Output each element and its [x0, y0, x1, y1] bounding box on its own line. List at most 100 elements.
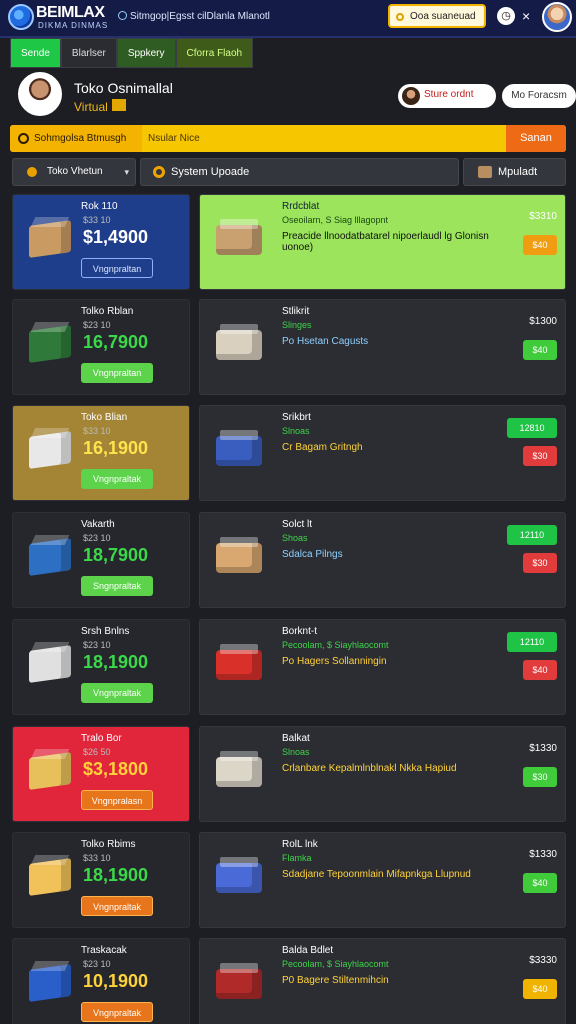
- product-card[interactable]: Solct lt Shoas Sdalca Pilngs 12110 $30: [199, 512, 566, 608]
- store-card-sub: $26 50: [83, 747, 111, 757]
- action-price-button[interactable]: $30: [523, 446, 557, 466]
- store-card-price: 18,7900: [83, 545, 149, 565]
- action-price-button[interactable]: $40: [523, 235, 557, 255]
- store-card-button[interactable]: Vngnpraltak: [81, 896, 153, 916]
- store-card-button[interactable]: Sngnpraltak: [81, 576, 153, 596]
- store-card[interactable]: Tolko Rbims $33 10 18,1900 Vngnpraltak: [12, 832, 190, 928]
- product-card[interactable]: Borknt-t Pecoolam, $ Siayhlaocomt Po Hag…: [199, 619, 566, 715]
- product-image: [212, 213, 266, 263]
- store-card[interactable]: Vakarth $23 10 18,7900 Sngnpraltak: [12, 512, 190, 608]
- store-avatar-icon: [402, 87, 420, 105]
- store-order-button[interactable]: Sture ordnt: [398, 84, 496, 108]
- tab-1[interactable]: Sende: [10, 38, 61, 68]
- action-price-button[interactable]: $40: [523, 340, 557, 360]
- store-card-button[interactable]: Vngnpraltak: [81, 469, 153, 489]
- product-card[interactable]: Balkat Slnoas Crlanbare Kepalmlnblnakl N…: [199, 726, 566, 822]
- tab-bar: Sende Blarlser Sppkery Cforra Flaoh: [10, 38, 254, 68]
- tab-4[interactable]: Cforra Flaoh: [175, 38, 254, 68]
- clock-icon[interactable]: ◷: [497, 7, 515, 25]
- user-avatar[interactable]: [542, 2, 572, 32]
- store-card[interactable]: Toko Blian $33 10 16,1900 Vngnpraltak: [12, 405, 190, 501]
- action-price-button[interactable]: $30: [523, 553, 557, 573]
- action-price-button[interactable]: $40: [523, 873, 557, 893]
- action-price-button[interactable]: $40: [523, 660, 557, 680]
- tab-3[interactable]: Sppkery: [116, 38, 176, 68]
- store-card-button[interactable]: Vngnpraltak: [81, 1002, 153, 1022]
- store-card[interactable]: Rok 110 $33 10 $1,4900 Vngnpraltan: [12, 194, 190, 290]
- progress-button[interactable]: Mo Foracsm: [502, 84, 576, 108]
- chevron-down-icon: ▾: [124, 167, 129, 177]
- product-card[interactable]: Srikbrt Slnoas Cr Bagam Gritngh 12810 $30: [199, 405, 566, 501]
- store-card-name: Toko Blian: [81, 412, 128, 423]
- product-price: $3310: [529, 211, 557, 222]
- store-card-button[interactable]: Vngnpraltak: [81, 683, 153, 703]
- product-title: Srikbrt: [282, 412, 311, 423]
- top-link[interactable]: Sitmgop|Egsst cilDlanla Mlanotl: [118, 11, 270, 22]
- store-card-sub: $33 10: [83, 215, 111, 225]
- owner-avatar: [18, 72, 62, 116]
- product-description: P0 Bagere Stiltenmihcin: [282, 975, 389, 986]
- product-title: Borknt-t: [282, 626, 318, 637]
- link-icon: [118, 11, 127, 20]
- store-card-price: 16,1900: [83, 438, 149, 458]
- stock-badge: 12110: [507, 525, 557, 545]
- upload-button[interactable]: Mpuladt: [463, 158, 566, 186]
- store-card-name: Tolko Rbims: [81, 839, 136, 850]
- store-card-price: 10,1900: [83, 971, 149, 991]
- store-subtitle: Virtual: [74, 98, 126, 114]
- store-profile: Toko Osnimallal Virtual Sture ordnt Mo F…: [10, 70, 576, 120]
- product-price: $3330: [529, 955, 557, 966]
- product-image: [23, 638, 77, 688]
- product-price: $1300: [529, 316, 557, 327]
- product-image: [212, 745, 266, 795]
- action-price-button[interactable]: $40: [523, 979, 557, 999]
- product-row: Tralo Bor $26 50 $3,1800 Vngnpralasn Bal…: [10, 726, 566, 824]
- product-row: Tolko Rblan $23 10 16,7900 Vngnpraltan S…: [10, 299, 566, 397]
- product-subtitle: Pecoolam, $ Siayhlaocomt: [282, 959, 389, 969]
- system-update-label: System Upoade: [171, 166, 250, 178]
- store-name: Toko Osnimallal: [74, 80, 173, 96]
- product-subtitle: Pecoolam, $ Siayhlaocomt: [282, 640, 389, 650]
- system-update-button[interactable]: System Upoade: [140, 158, 459, 186]
- store-card-sub: $23 10: [83, 533, 111, 543]
- store-card-sub: $23 10: [83, 959, 111, 969]
- search-button[interactable]: Ooa suaneuad: [388, 4, 486, 28]
- close-icon[interactable]: ×: [522, 8, 530, 24]
- notice-middle: Nsular Nice: [148, 133, 200, 144]
- store-card[interactable]: Srsh Bnlns $23 10 18,1900 Vngnpraltak: [12, 619, 190, 715]
- store-card[interactable]: Traskacak $23 10 10,1900 Vngnpraltak: [12, 938, 190, 1024]
- notice-action-button[interactable]: Sanan: [506, 125, 566, 152]
- product-image: [23, 851, 77, 901]
- product-image: [23, 957, 77, 1007]
- info-icon: [18, 133, 29, 144]
- product-image: [23, 213, 77, 263]
- product-card[interactable]: Stlikrit Slinges Po Hsetan Cagusts $1300 $…: [199, 299, 566, 395]
- store-card-button[interactable]: Vngnpraltan: [81, 363, 153, 383]
- store-card[interactable]: Tralo Bor $26 50 $3,1800 Vngnpralasn: [12, 726, 190, 822]
- store-card-button[interactable]: Vngnpraltan: [81, 258, 153, 278]
- product-row: Rok 110 $33 10 $1,4900 Vngnpraltan Rrdcb…: [10, 194, 566, 292]
- product-card[interactable]: Balda Bdlet Pecoolam, $ Siayhlaocomt P0 …: [199, 938, 566, 1024]
- tab-2[interactable]: Blarlser: [60, 38, 117, 68]
- store-card-name: Traskacak: [81, 945, 127, 956]
- store-card-sub: $33 10: [83, 853, 111, 863]
- product-price: $1330: [529, 743, 557, 754]
- search-label: Ooa suaneuad: [410, 11, 476, 22]
- product-description: Po Hagers Sollanningin: [282, 656, 387, 667]
- action-price-button[interactable]: $30: [523, 767, 557, 787]
- product-card[interactable]: Rrdcblat Oseoilarn, S Siag lllagopnt Pre…: [199, 194, 566, 290]
- product-description: Crlanbare Kepalmlnblnakl Nkka Hapiud: [282, 763, 457, 774]
- store-card-button[interactable]: Vngnpralasn: [81, 790, 153, 810]
- store-card-name: Tralo Bor: [81, 733, 122, 744]
- store-select[interactable]: Toko Vhetun ▾: [12, 158, 136, 186]
- update-icon: [153, 166, 165, 178]
- notice-left[interactable]: Sohmgolsa Btmusgh: [10, 125, 142, 152]
- product-card[interactable]: RolL lnk Flamka Sdadjane Tepoonmlain Mif…: [199, 832, 566, 928]
- search-icon: [396, 13, 404, 21]
- product-image: [212, 957, 266, 1007]
- store-card-name: Tolko Rblan: [81, 306, 134, 317]
- product-description: Preacide llnoodatbatarel nipoerlaudl lg …: [282, 231, 489, 253]
- store-card[interactable]: Tolko Rblan $23 10 16,7900 Vngnpraltan: [12, 299, 190, 395]
- store-card-price: 18,1900: [83, 865, 149, 885]
- store-order-label: Sture ordnt: [424, 89, 474, 100]
